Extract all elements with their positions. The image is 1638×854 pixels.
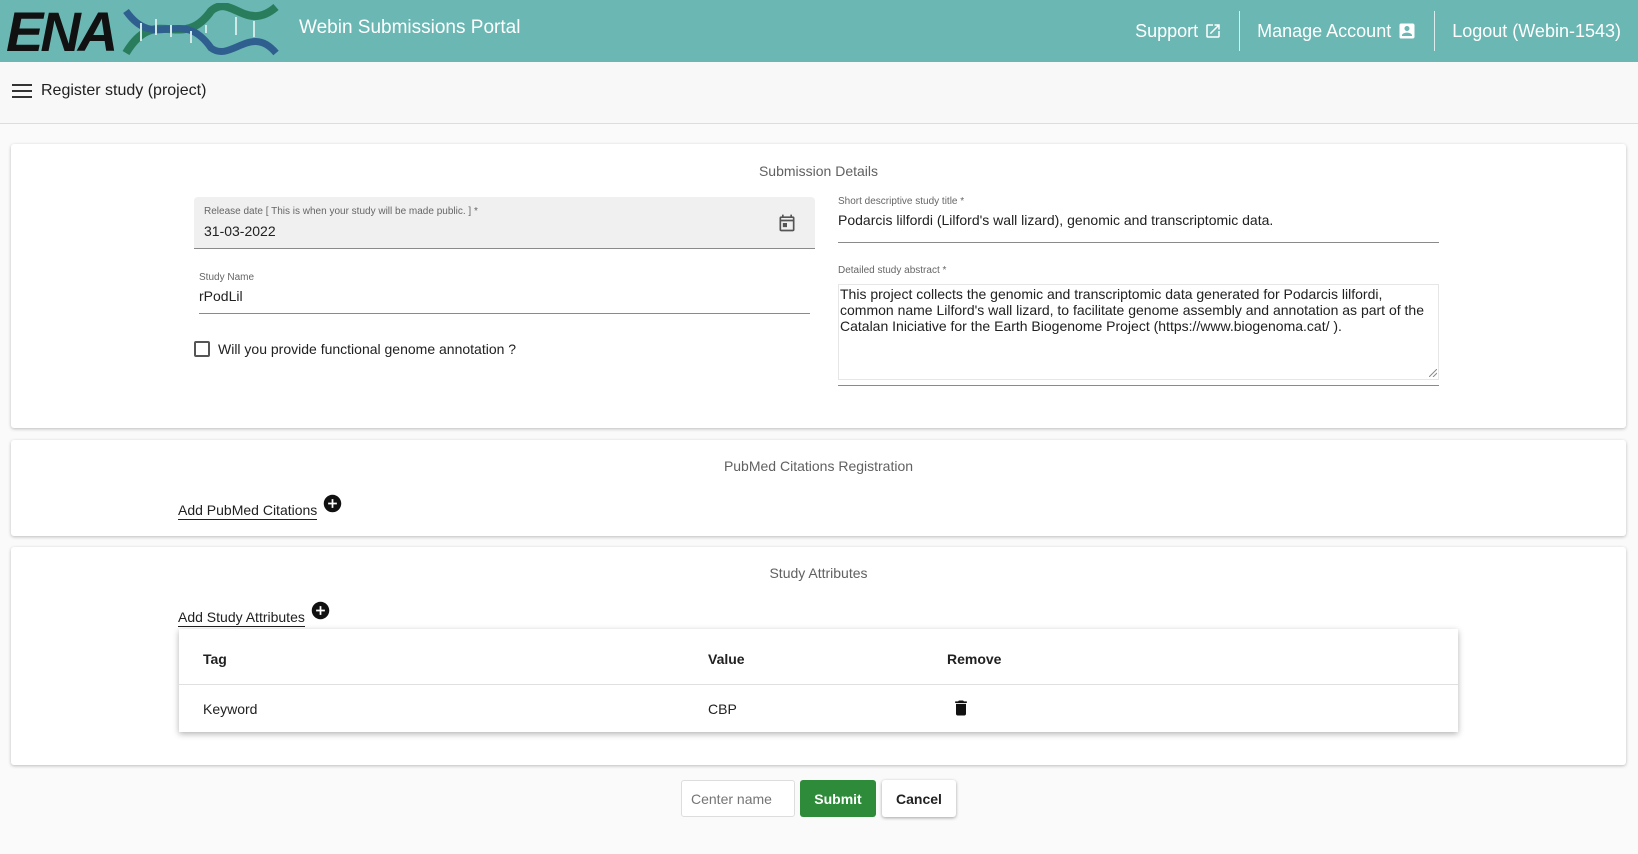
resize-grip-icon[interactable] [1429, 369, 1437, 377]
study-title-label: Short descriptive study title * [838, 196, 965, 207]
study-attributes-title: Study Attributes [769, 565, 868, 581]
study-attributes-card: Study Attributes Add Study Attributes Ta… [11, 547, 1626, 765]
support-label: Support [1135, 20, 1199, 41]
submission-details-title: Submission Details [758, 163, 879, 179]
release-date-field[interactable]: Release date [ This is when your study w… [194, 197, 815, 249]
study-name-label: Study Name [199, 272, 255, 283]
calendar-icon[interactable] [777, 213, 797, 233]
submit-button[interactable]: Submit [800, 780, 876, 817]
logout-link[interactable]: Logout (Webin-1543) [1435, 11, 1638, 51]
manage-account-link[interactable]: Manage Account [1240, 11, 1434, 51]
release-date-value: 31-03-2022 [204, 223, 276, 239]
top-bar: ENA Webin Submissions Portal Support Man… [0, 0, 1638, 62]
attribute-value-cell: CBP [708, 701, 737, 717]
study-name-value: rPodLil [199, 288, 243, 304]
account-box-icon [1399, 23, 1415, 39]
functional-annotation-row: Will you provide functional genome annot… [194, 341, 516, 357]
study-title-value: Podarcis lilfordi (Lilford's wall lizard… [838, 212, 1274, 228]
release-date-label: Release date [ This is when your study w… [204, 206, 478, 217]
portal-title: Webin Submissions Portal [299, 17, 521, 38]
study-name-field[interactable]: Study Name rPodLil [199, 264, 810, 314]
page-title: Register study (project) [41, 82, 207, 99]
logout-label: Logout (Webin-1543) [1452, 20, 1621, 41]
center-name-input[interactable] [681, 780, 795, 817]
table-divider [179, 684, 1458, 685]
abstract-textarea[interactable]: This project collects the genomic and tr… [838, 284, 1439, 380]
study-title-field[interactable]: Short descriptive study title * Podarcis… [838, 196, 1439, 243]
svg-text:ENA: ENA [6, 3, 115, 59]
add-circle-icon[interactable] [310, 600, 331, 621]
pubmed-citations-card: PubMed Citations Registration Add PubMed… [11, 440, 1626, 536]
manage-account-label: Manage Account [1257, 20, 1392, 41]
add-circle-icon[interactable] [322, 493, 343, 514]
hamburger-menu-icon[interactable] [12, 84, 32, 100]
pubmed-title: PubMed Citations Registration [723, 458, 914, 474]
cancel-button[interactable]: Cancel [882, 780, 956, 817]
column-header-value: Value [708, 651, 745, 667]
attribute-tag-cell: Keyword [203, 701, 258, 717]
column-header-tag: Tag [203, 651, 227, 667]
abstract-field[interactable]: This project collects the genomic and tr… [838, 284, 1439, 386]
delete-icon[interactable] [951, 697, 971, 719]
support-link[interactable]: Support [1118, 11, 1239, 51]
functional-annotation-label: Will you provide functional genome annot… [218, 341, 517, 357]
ena-logo[interactable]: ENA [6, 3, 286, 59]
top-nav: Support Manage Account Logout (Webin-154… [1118, 0, 1638, 62]
page-toolbar: Register study (project) [0, 62, 1638, 124]
add-study-attributes-link[interactable]: Add Study Attributes [178, 600, 331, 627]
abstract-label: Detailed study abstract * [838, 265, 947, 276]
column-header-remove: Remove [947, 651, 1002, 667]
external-link-icon [1206, 24, 1220, 38]
functional-annotation-checkbox[interactable] [194, 341, 210, 357]
add-pubmed-citations-link[interactable]: Add PubMed Citations [178, 493, 343, 520]
add-pubmed-label: Add PubMed Citations [178, 502, 318, 520]
submission-details-card: Submission Details Release date [ This i… [11, 144, 1626, 428]
attributes-table: Tag Value Remove Keyword CBP [179, 629, 1458, 732]
add-attributes-label: Add Study Attributes [178, 609, 305, 627]
